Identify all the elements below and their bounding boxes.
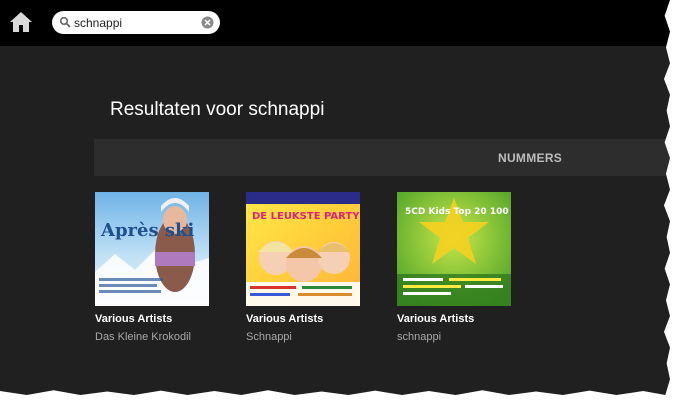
search-input[interactable]: [74, 14, 194, 31]
app-window: Resultaten voor schnappi NUMMERS Après s…: [0, 0, 670, 395]
album-card[interactable]: DE LEUKSTE PARTY HITS Various Artists Sc…: [246, 192, 364, 343]
cover-title-text: DE LEUKSTE PARTY HITS: [252, 211, 360, 222]
home-icon[interactable]: [9, 10, 33, 34]
album-title: Schnappi: [246, 331, 292, 343]
tab-bar: NUMMERS: [94, 139, 670, 176]
album-artist: Various Artists: [246, 313, 324, 325]
album-card[interactable]: Après ski Various Artists Das Kleine Kro…: [95, 192, 213, 343]
album-title: schnappi: [397, 331, 442, 343]
album-artist: Various Artists: [397, 313, 475, 325]
top-bar: [0, 0, 670, 46]
search-icon: [59, 16, 71, 28]
cover-title-text: 5CD Kids Top 20 100 BOX: [405, 207, 511, 217]
album-card[interactable]: 5CD Kids Top 20 100 BOX Various Artists …: [397, 192, 515, 343]
album-artist: Various Artists: [95, 313, 173, 325]
album-cover[interactable]: Après ski: [95, 192, 209, 306]
tab-nummers[interactable]: NUMMERS: [498, 151, 562, 165]
album-cover[interactable]: DE LEUKSTE PARTY HITS: [246, 192, 360, 306]
search-box[interactable]: [52, 11, 220, 34]
album-title: Das Kleine Krokodil: [95, 331, 191, 343]
page-title: Resultaten voor schnappi: [110, 99, 325, 120]
cover-title-text: Après ski: [100, 220, 194, 241]
album-cover[interactable]: 5CD Kids Top 20 100 BOX: [397, 192, 511, 306]
clear-icon[interactable]: [201, 16, 214, 29]
